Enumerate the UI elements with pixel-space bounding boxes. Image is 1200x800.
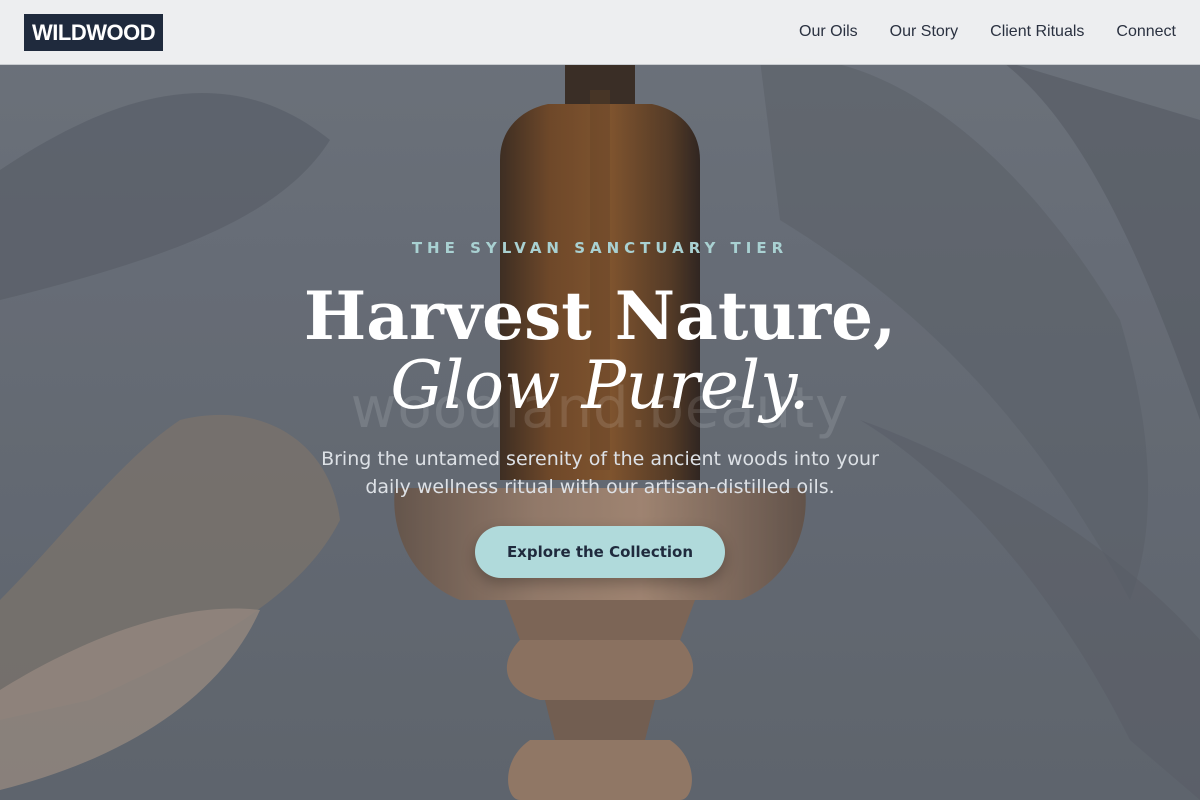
nav-link-our-story[interactable]: Our Story (890, 23, 958, 41)
nav-link-connect[interactable]: Connect (1116, 23, 1176, 41)
hero-content: THE SYLVAN SANCTUARY TIER woodland.beaut… (0, 0, 1200, 800)
hero-subtitle: Bring the untamed serenity of the ancien… (321, 448, 879, 498)
nav-link-client-rituals[interactable]: Client Rituals (990, 23, 1084, 41)
brand-logo[interactable]: WILDWOOD (24, 13, 164, 51)
main-nav: Our Oils Our Story Client Rituals Connec… (799, 23, 1176, 41)
site-header: WILDWOOD Our Oils Our Story Client Ritua… (0, 0, 1200, 65)
hero-headline-line1: Harvest Nature, (303, 277, 897, 355)
hero-headline-line2: Glow Purely. (390, 347, 810, 424)
hero-eyebrow: THE SYLVAN SANCTUARY TIER (411, 239, 789, 257)
nav-link-our-oils[interactable]: Our Oils (799, 23, 858, 41)
explore-collection-button[interactable]: Explore the Collection (475, 526, 725, 578)
